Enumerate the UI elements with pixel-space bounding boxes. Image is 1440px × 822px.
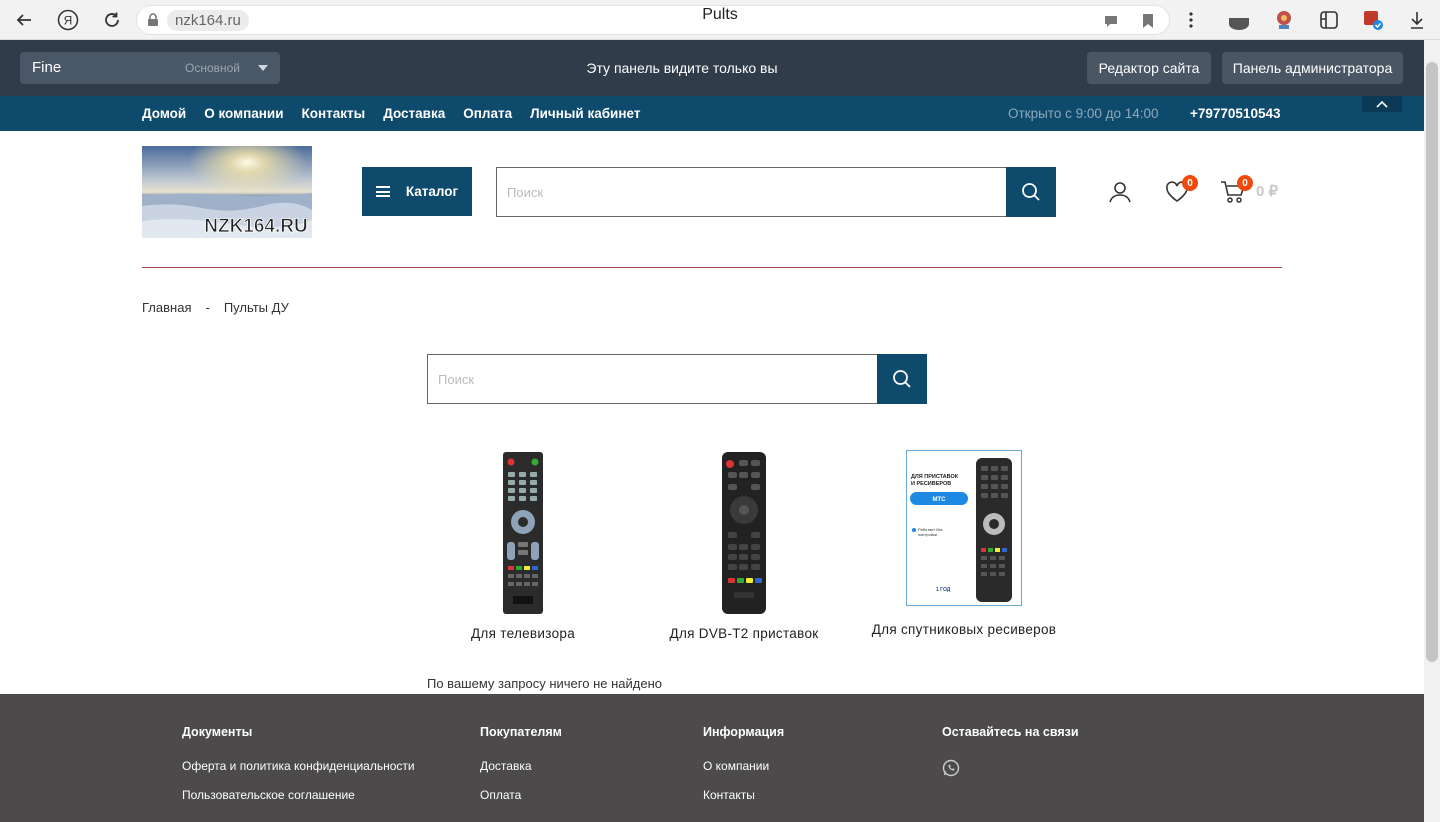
- cart-total: 0 ₽: [1256, 183, 1279, 200]
- site-editor-button[interactable]: Редактор сайта: [1087, 52, 1211, 84]
- card-brand: МТС: [933, 497, 947, 503]
- header-search: [496, 167, 1056, 217]
- footer-column-contact: Оставайтесь на связи: [942, 725, 1079, 782]
- footer-column-documents: Документы Оферта и политика конфиденциал…: [182, 725, 415, 817]
- menu-icon[interactable]: [1177, 6, 1205, 34]
- nav-about[interactable]: О компании: [204, 106, 283, 121]
- category-card-tv[interactable]: Для телевизора: [443, 450, 603, 641]
- user-icon[interactable]: [1108, 180, 1132, 204]
- category-label[interactable]: Для спутниковых ресиверов: [866, 622, 1062, 637]
- breadcrumb: Главная - Пульты ДУ: [142, 300, 289, 315]
- breadcrumb-separator: -: [205, 300, 210, 315]
- nav-delivery[interactable]: Доставка: [383, 106, 445, 121]
- search-button[interactable]: [1006, 167, 1056, 217]
- wishlist-badge: 0: [1182, 175, 1198, 191]
- scroll-thumb[interactable]: [1426, 62, 1438, 662]
- extension-icon[interactable]: [1362, 9, 1384, 31]
- footer-heading: Покупателям: [480, 725, 562, 739]
- nav-contacts[interactable]: Контакты: [302, 106, 366, 121]
- card-note2: настройки: [918, 532, 937, 537]
- footer-link[interactable]: Оферта и политика конфиденциальности: [182, 759, 415, 773]
- satellite-remote-image: ДЛЯ ПРИСТАВОК И РЕСИВЕРОВ МТС Работает б…: [906, 450, 1022, 606]
- category-search: [427, 354, 927, 404]
- footer-link[interactable]: О компании: [703, 759, 784, 773]
- phone-number[interactable]: +79770510543: [1190, 106, 1280, 121]
- breadcrumb-home[interactable]: Главная: [142, 300, 191, 315]
- footer-link[interactable]: Доставка: [480, 759, 562, 773]
- catalog-label: Каталог: [405, 184, 459, 199]
- tv-remote-image: [503, 452, 543, 614]
- nav-home[interactable]: Домой: [142, 106, 186, 121]
- category-label[interactable]: Для DVB-T2 приставок: [664, 626, 824, 641]
- category-search-input[interactable]: [428, 355, 926, 403]
- no-results-message: По вашему запросу ничего не найдено: [427, 676, 662, 691]
- header-divider: [142, 267, 1282, 268]
- card-line2: И РЕСИВЕРОВ: [911, 481, 951, 487]
- catalog-button[interactable]: Каталог: [362, 167, 472, 216]
- collapse-button[interactable]: [1362, 96, 1402, 112]
- site-footer: Документы Оферта и политика конфиденциал…: [0, 694, 1424, 822]
- tab-title: Pults: [702, 6, 738, 23]
- footer-column-info: Информация О компании Контакты: [703, 725, 784, 817]
- cart-badge: 0: [1237, 175, 1253, 191]
- top-nav: Домой О компании Контакты Доставка Оплат…: [0, 96, 1424, 131]
- chevron-up-icon: [1376, 100, 1388, 108]
- extension-icon[interactable]: [1318, 9, 1340, 31]
- footer-link[interactable]: Пользовательское соглашение: [182, 788, 415, 802]
- menu-burger-icon: [375, 186, 390, 197]
- browser-toolbar: Я nzk164.ru Pults: [0, 0, 1440, 40]
- logo-text: NZK164.RU: [204, 216, 307, 237]
- admin-panel: Fine Основной Эту панель видите только в…: [0, 40, 1424, 96]
- category-search-button[interactable]: [877, 354, 927, 404]
- page-scrollbar[interactable]: [1424, 40, 1440, 822]
- whatsapp-icon[interactable]: [942, 759, 960, 777]
- breadcrumb-current: Пульты ДУ: [223, 300, 289, 315]
- footer-link[interactable]: Оплата: [480, 788, 562, 802]
- extension-icon[interactable]: [1228, 12, 1250, 34]
- admin-panel-button[interactable]: Панель администратора: [1222, 52, 1403, 84]
- category-card-satellite[interactable]: ДЛЯ ПРИСТАВОК И РЕСИВЕРОВ МТС Работает б…: [866, 450, 1062, 637]
- dvb-remote-image: [722, 452, 766, 614]
- extension-icon[interactable]: [1273, 9, 1295, 31]
- download-icon[interactable]: [1403, 6, 1431, 34]
- nav-account[interactable]: Личный кабинет: [530, 106, 640, 121]
- site-logo[interactable]: NZK164.RU: [142, 146, 312, 238]
- search-icon: [1022, 183, 1040, 201]
- card-line1: ДЛЯ ПРИСТАВОК: [911, 474, 959, 480]
- category-label[interactable]: Для телевизора: [443, 626, 603, 641]
- card-warranty: 1 ГОД: [936, 587, 951, 593]
- footer-heading: Оставайтесь на связи: [942, 725, 1079, 739]
- search-input[interactable]: [497, 168, 1055, 216]
- category-card-dvb[interactable]: Для DVB-T2 приставок: [664, 450, 824, 641]
- search-icon: [893, 370, 911, 388]
- footer-column-buyers: Покупателям Доставка Оплата: [480, 725, 562, 817]
- footer-heading: Информация: [703, 725, 785, 739]
- footer-heading: Документы: [182, 725, 253, 739]
- footer-link[interactable]: Контакты: [703, 788, 784, 802]
- opening-hours: Открыто с 9:00 до 14:00: [1008, 106, 1159, 121]
- nav-payment[interactable]: Оплата: [463, 106, 512, 121]
